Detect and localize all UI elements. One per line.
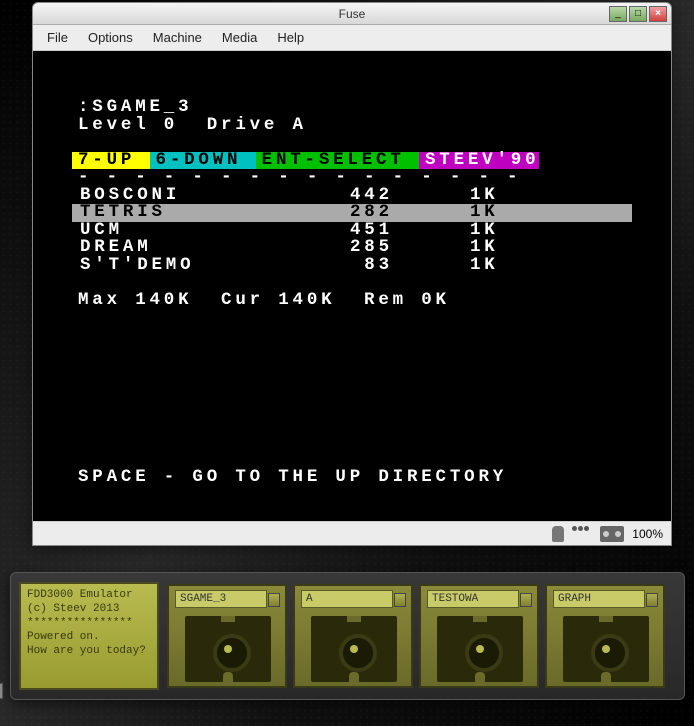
emulated-screen[interactable]: :SGAME_3 Level 0 Drive A 7-UP 6-DOWN ENT… <box>33 51 671 521</box>
drive-slot[interactable]: SGAME_3 <box>167 584 287 688</box>
floppy-icon <box>437 616 523 682</box>
mouse-icon <box>552 526 564 542</box>
drive-label: SGAME_3 <box>175 590 267 608</box>
drive-label: GRAPH <box>553 590 645 608</box>
drive-label: A <box>301 590 393 608</box>
floppy-icon <box>563 616 649 682</box>
level-line: Level 0 Drive A <box>72 117 632 135</box>
fdd-panel: RESET FDD3000 Emulator (c) Steev 2013 **… <box>10 572 685 700</box>
menu-media[interactable]: Media <box>214 28 265 47</box>
zoom-label: 100% <box>632 527 663 541</box>
fdd-lcd: FDD3000 Emulator (c) Steev 2013 ********… <box>19 582 159 690</box>
hint-line: SPACE - GO TO THE UP DIRECTORY <box>72 469 632 487</box>
drive-slot[interactable]: GRAPH <box>545 584 665 688</box>
paw-icon <box>572 526 592 542</box>
fuse-window: Fuse _ □ × File Options Machine Media He… <box>32 2 672 546</box>
titlebar[interactable]: Fuse _ □ × <box>33 3 671 25</box>
file-row[interactable]: TETRIS2821K <box>72 204 632 222</box>
file-list: BOSCONI4421KTETRIS2821KUCM4511KDREAM2851… <box>72 187 632 275</box>
floppy-icon <box>311 616 397 682</box>
drive-bay: SGAME_3 A TESTOWA GRAPH <box>167 584 665 688</box>
statusbar: 100% <box>33 521 671 545</box>
file-row[interactable]: DREAM2851K <box>72 239 632 257</box>
drive-slot[interactable]: TESTOWA <box>419 584 539 688</box>
drive-label: TESTOWA <box>427 590 519 608</box>
menu-help[interactable]: Help <box>269 28 312 47</box>
prompt-line: :SGAME_3 <box>72 99 632 117</box>
menu-file[interactable]: File <box>39 28 76 47</box>
minimize-button[interactable]: _ <box>609 6 627 22</box>
drive-slot[interactable]: A <box>293 584 413 688</box>
maximize-button[interactable]: □ <box>629 6 647 22</box>
capacity-line: Max 140K Cur 140K Rem 0K <box>72 292 632 310</box>
divider: - - - - - - - - - - - - - - - - <box>72 169 632 187</box>
tape-icon <box>600 526 624 542</box>
window-title: Fuse <box>33 7 671 21</box>
file-row[interactable]: S'T'DEMO 831K <box>72 257 632 275</box>
floppy-icon <box>185 616 271 682</box>
menu-options[interactable]: Options <box>80 28 141 47</box>
menu-machine[interactable]: Machine <box>145 28 210 47</box>
reset-button[interactable]: RESET <box>0 683 3 699</box>
menubar: File Options Machine Media Help <box>33 25 671 51</box>
close-button[interactable]: × <box>649 6 667 22</box>
